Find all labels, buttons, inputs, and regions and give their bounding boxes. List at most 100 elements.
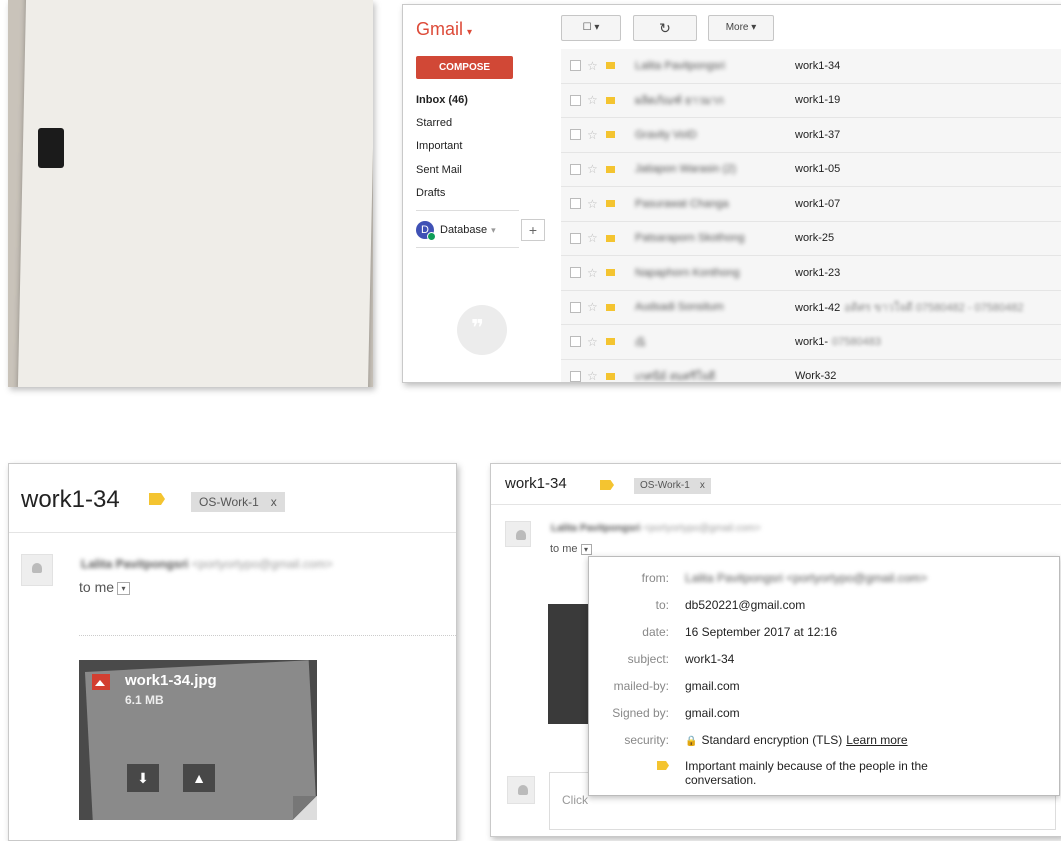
table-row[interactable]: ☆ Jatiapon Warasin (2) work1-05	[561, 152, 1061, 187]
reply-avatar	[507, 776, 535, 804]
nav-sent[interactable]: Sent Mail	[416, 164, 462, 176]
nav-inbox[interactable]: Inbox (46)	[416, 94, 468, 106]
row-subject: work1-19	[795, 94, 841, 107]
row-checkbox[interactable]	[570, 336, 581, 348]
detail-mailedby-value: gmail.com	[685, 679, 740, 693]
detail-date-key: date:	[642, 625, 669, 639]
star-icon[interactable]: ☆	[587, 266, 598, 280]
row-checkbox[interactable]	[570, 94, 581, 106]
star-icon[interactable]: ☆	[587, 231, 598, 245]
star-icon[interactable]: ☆	[587, 197, 598, 211]
table-row[interactable]: ☆ Gravity VoID work1-37	[561, 118, 1061, 153]
row-subject: work1- 07580483	[795, 335, 881, 348]
row-sender: Audsadi Sonsitum	[635, 301, 724, 314]
message-details-popup: from: Lalita Pavitpongsri <portyortypo@gm…	[588, 556, 1060, 796]
learn-more-link[interactable]: Learn more	[846, 733, 907, 747]
label-chip[interactable]: OS-Work-1 x	[191, 492, 285, 512]
important-marker-icon[interactable]	[605, 165, 615, 173]
row-sender: Lalita Pavitpongsri	[635, 59, 725, 72]
star-icon[interactable]: ☆	[587, 335, 598, 349]
row-sender: Gravity VoID	[635, 128, 697, 141]
nav-drafts[interactable]: Drafts	[416, 187, 445, 199]
show-details-dropdown[interactable]: ▾	[580, 543, 592, 555]
row-checkbox[interactable]	[570, 163, 581, 175]
gmail-logo[interactable]: Gmail ▾	[416, 19, 472, 40]
table-row[interactable]: ☆ Patsaraporn Skothong work-25	[561, 221, 1061, 256]
lock-icon: 🔒	[685, 736, 698, 747]
important-marker-icon[interactable]	[600, 480, 614, 490]
row-sender: Patsaraporn Skothong	[635, 232, 745, 245]
row-checkbox[interactable]	[570, 232, 581, 244]
table-row[interactable]: ☆ ณิ work1- 07580483	[561, 325, 1061, 360]
star-icon[interactable]: ☆	[587, 128, 598, 142]
detail-subject-key: subject:	[627, 652, 669, 666]
detail-importance-line2: conversation.	[685, 773, 757, 787]
refresh-icon: ↻	[659, 20, 671, 36]
refresh-button[interactable]: ↻	[633, 15, 697, 41]
email-details-panel: work1-34 OS-Work-1 x Lalita Pavitpongsri …	[490, 463, 1061, 837]
add-contact-button[interactable]: +	[521, 219, 545, 241]
compose-button[interactable]: COMPOSE	[416, 56, 513, 79]
table-row[interactable]: ☆ Napaphorn Konthong work1-23	[561, 256, 1061, 291]
nav-important[interactable]: Important	[416, 140, 462, 152]
star-icon[interactable]: ☆	[587, 369, 598, 382]
star-icon[interactable]: ☆	[587, 162, 598, 176]
sender-avatar	[21, 554, 53, 586]
image-file-icon	[92, 674, 110, 690]
important-marker-icon[interactable]	[149, 493, 165, 505]
row-subject: Work-32	[795, 370, 837, 383]
important-marker-icon[interactable]	[605, 338, 615, 346]
important-marker-icon[interactable]	[605, 372, 615, 380]
important-marker-icon[interactable]	[605, 96, 615, 104]
important-marker-icon[interactable]	[605, 303, 615, 311]
page-fold	[293, 796, 317, 820]
table-row[interactable]: ☆ ผลิตภัณฑ์ ยาวมาก work1-19	[561, 83, 1061, 118]
email-subject-title: work1-34	[21, 486, 120, 513]
row-checkbox[interactable]	[570, 267, 581, 279]
star-icon[interactable]: ☆	[587, 300, 598, 314]
message-separator	[79, 635, 456, 636]
detail-mailedby-key: mailed-by:	[613, 679, 669, 693]
nav-starred[interactable]: Starred	[416, 117, 452, 129]
important-marker-icon[interactable]	[605, 131, 615, 139]
row-checkbox[interactable]	[570, 370, 581, 382]
row-sender: Napaphorn Konthong	[635, 266, 740, 279]
row-checkbox[interactable]	[570, 129, 581, 141]
online-status-dot	[427, 232, 436, 241]
row-subject: work1-34	[795, 59, 841, 72]
important-marker-icon[interactable]	[605, 62, 615, 70]
detail-subject-value: work1-34	[685, 652, 735, 666]
sender-avatar	[505, 521, 531, 547]
detail-from-value: Lalita Pavitpongsri <portyortypo@gmail.c…	[685, 571, 928, 585]
table-row[interactable]: ☆ Lalita Pavitpongsri work1-34	[561, 49, 1061, 84]
sender-name: Lalita Pavitpongsri <portyortypo@gmail.c…	[81, 557, 333, 571]
attachment-thumbnail	[548, 604, 588, 724]
star-icon[interactable]: ☆	[587, 93, 598, 107]
download-icon[interactable]: ⬇	[127, 764, 159, 792]
hangouts-account[interactable]: D Database ▾	[416, 221, 496, 241]
important-marker-icon[interactable]	[605, 269, 615, 277]
table-row[interactable]: ☆ Audsadi Sonsitum work1-42 อดิศร ขาวใจดี 0…	[561, 290, 1061, 325]
row-checkbox[interactable]	[570, 301, 581, 313]
detail-from-key: from:	[641, 571, 669, 585]
star-icon[interactable]: ☆	[587, 59, 598, 73]
important-marker-icon[interactable]	[605, 234, 615, 242]
important-marker-icon[interactable]	[605, 200, 615, 208]
remove-label-icon[interactable]: x	[271, 495, 277, 509]
attachment-card[interactable]: work1-34.jpg 6.1 MB ⬇ ▲	[79, 660, 317, 820]
table-row[interactable]: ☆ เกศนีย์ สมศรีใจดี Work-32	[561, 359, 1061, 383]
row-sender: Pasurawat Changa	[635, 197, 729, 210]
label-chip[interactable]: OS-Work-1 x	[634, 478, 711, 494]
remove-label-icon[interactable]: x	[700, 480, 705, 491]
select-checkbox-button[interactable]: ☐ ▾	[561, 15, 621, 41]
row-subject: work-25	[795, 232, 835, 245]
attachment-size: 6.1 MB	[125, 693, 164, 707]
table-row[interactable]: ☆ Pasurawat Changa work1-07	[561, 187, 1061, 222]
drive-save-icon[interactable]: ▲	[183, 764, 215, 792]
row-checkbox[interactable]	[570, 60, 581, 72]
row-subject: work1-07	[795, 197, 841, 210]
show-details-dropdown[interactable]: ▾	[117, 581, 131, 595]
more-button[interactable]: More ▾	[708, 15, 774, 41]
nav-divider	[416, 210, 519, 211]
row-checkbox[interactable]	[570, 198, 581, 210]
